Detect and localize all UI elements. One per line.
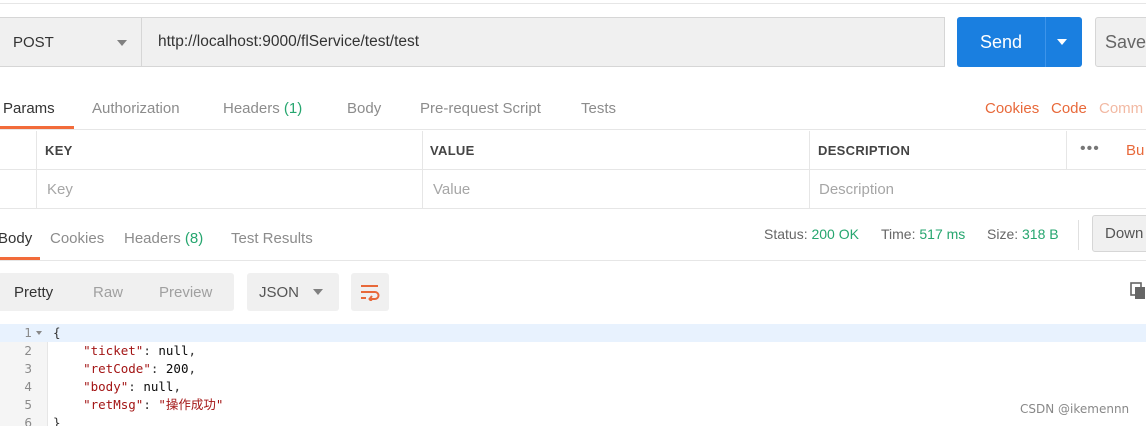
code-line: 2 "ticket": null,	[0, 342, 1146, 360]
tab-params[interactable]: Params	[3, 100, 55, 117]
column-header-value: VALUE	[430, 143, 475, 158]
response-tab-headers[interactable]: Headers (8)	[124, 230, 203, 247]
line-number: 5	[24, 398, 32, 412]
fold-toggle-icon[interactable]	[36, 331, 42, 335]
watermark: CSDN @ikemennn	[1020, 402, 1130, 416]
code-line: 3 "retCode": 200,	[0, 360, 1146, 378]
tab-body[interactable]: Body	[347, 100, 381, 117]
meta-divider	[1078, 220, 1079, 250]
copy-icon[interactable]	[1130, 282, 1146, 300]
time-value: 517 ms	[919, 226, 966, 242]
tab-authorization[interactable]: Authorization	[92, 100, 180, 117]
chevron-down-icon	[117, 40, 127, 46]
time-readout: Time: 517 ms	[881, 226, 966, 242]
send-options-chevron-icon[interactable]	[1057, 39, 1067, 45]
column-divider	[809, 170, 810, 209]
pretty-button[interactable]: Pretty	[14, 284, 53, 301]
params-header-row: KEY VALUE DESCRIPTION ••• Bu	[0, 131, 1146, 170]
download-button[interactable]: Down	[1092, 215, 1146, 252]
status-value: 200 OK	[811, 226, 859, 242]
code-line: 4 "body": null,	[0, 378, 1146, 396]
send-divider	[1045, 17, 1046, 67]
line-text: }	[53, 415, 61, 426]
size-readout: Size: 318 B	[987, 226, 1059, 242]
line-number: 2	[24, 344, 32, 358]
line-number: 3	[24, 362, 32, 376]
active-response-tab-indicator	[0, 257, 40, 260]
method-select[interactable]: POST	[0, 17, 141, 67]
response-tab-body[interactable]: Body	[0, 230, 32, 247]
headers-count: (1)	[283, 100, 303, 117]
more-options-icon[interactable]: •••	[1080, 140, 1100, 158]
value-field[interactable]: Value	[433, 181, 470, 198]
line-text: "ticket": null,	[83, 343, 197, 358]
top-divider	[0, 0, 1146, 4]
line-number: 1	[24, 326, 32, 340]
column-divider[interactable]	[422, 131, 423, 170]
view-mode-group: Pretty Raw Preview	[0, 273, 234, 311]
format-select[interactable]: JSON	[247, 273, 339, 311]
chevron-down-icon	[313, 289, 323, 295]
wrap-lines-button[interactable]	[351, 273, 389, 311]
tab-pre-request-script[interactable]: Pre-request Script	[420, 100, 541, 117]
format-label: JSON	[259, 283, 300, 301]
response-tab-cookies[interactable]: Cookies	[50, 230, 104, 247]
line-number: 4	[24, 380, 32, 394]
response-body-viewer[interactable]: 1 { 2 "ticket": null, 3 "retCode": 200, …	[0, 324, 1146, 426]
column-divider	[36, 131, 37, 170]
url-input[interactable]: http://localhost:9000/flService/test/tes…	[141, 17, 945, 67]
code-line: 6 }	[0, 414, 1146, 426]
preview-button[interactable]: Preview	[159, 284, 212, 301]
bulk-edit-link[interactable]: Bu	[1126, 142, 1144, 159]
column-header-key: KEY	[45, 143, 73, 158]
request-tabs: Params Authorization Headers (1) Body Pr…	[0, 90, 1146, 130]
active-tab-indicator	[0, 126, 74, 129]
wrap-lines-icon	[361, 285, 380, 301]
column-divider[interactable]	[809, 131, 810, 170]
column-divider	[422, 170, 423, 209]
send-button[interactable]: Send	[957, 17, 1082, 67]
code-link[interactable]: Code	[1051, 100, 1087, 117]
code-line: 1 {	[0, 324, 1146, 342]
tab-headers[interactable]: Headers (1)	[223, 100, 302, 117]
cookies-link[interactable]: Cookies	[985, 100, 1039, 117]
column-header-description: DESCRIPTION	[818, 143, 911, 158]
method-label: POST	[13, 33, 54, 51]
column-divider	[1066, 131, 1067, 170]
description-field[interactable]: Description	[819, 181, 894, 198]
line-text: "retCode": 200,	[83, 361, 197, 376]
raw-button[interactable]: Raw	[93, 284, 123, 301]
response-tab-test-results[interactable]: Test Results	[231, 230, 313, 247]
size-value: 318 B	[1022, 226, 1059, 242]
code-line: 5 "retMsg": "操作成功"	[0, 396, 1146, 414]
response-bar: Body Cookies Headers (8) Test Results St…	[0, 215, 1146, 261]
line-text: "body": null,	[83, 379, 181, 394]
line-number: 6	[24, 416, 32, 426]
params-input-row: Key Value Description	[0, 170, 1146, 209]
send-label: Send	[979, 31, 1023, 52]
response-headers-count: (8)	[184, 230, 204, 247]
tab-tests[interactable]: Tests	[581, 100, 616, 117]
comments-link[interactable]: Comm	[1099, 100, 1143, 117]
key-field[interactable]: Key	[47, 181, 73, 198]
params-table: KEY VALUE DESCRIPTION ••• Bu Key Value D…	[0, 131, 1146, 209]
line-text: "retMsg": "操作成功"	[83, 397, 224, 412]
line-text: {	[53, 325, 61, 340]
column-divider	[36, 170, 37, 209]
save-button[interactable]: Save	[1095, 17, 1146, 67]
status-readout: Status: 200 OK	[764, 226, 859, 242]
